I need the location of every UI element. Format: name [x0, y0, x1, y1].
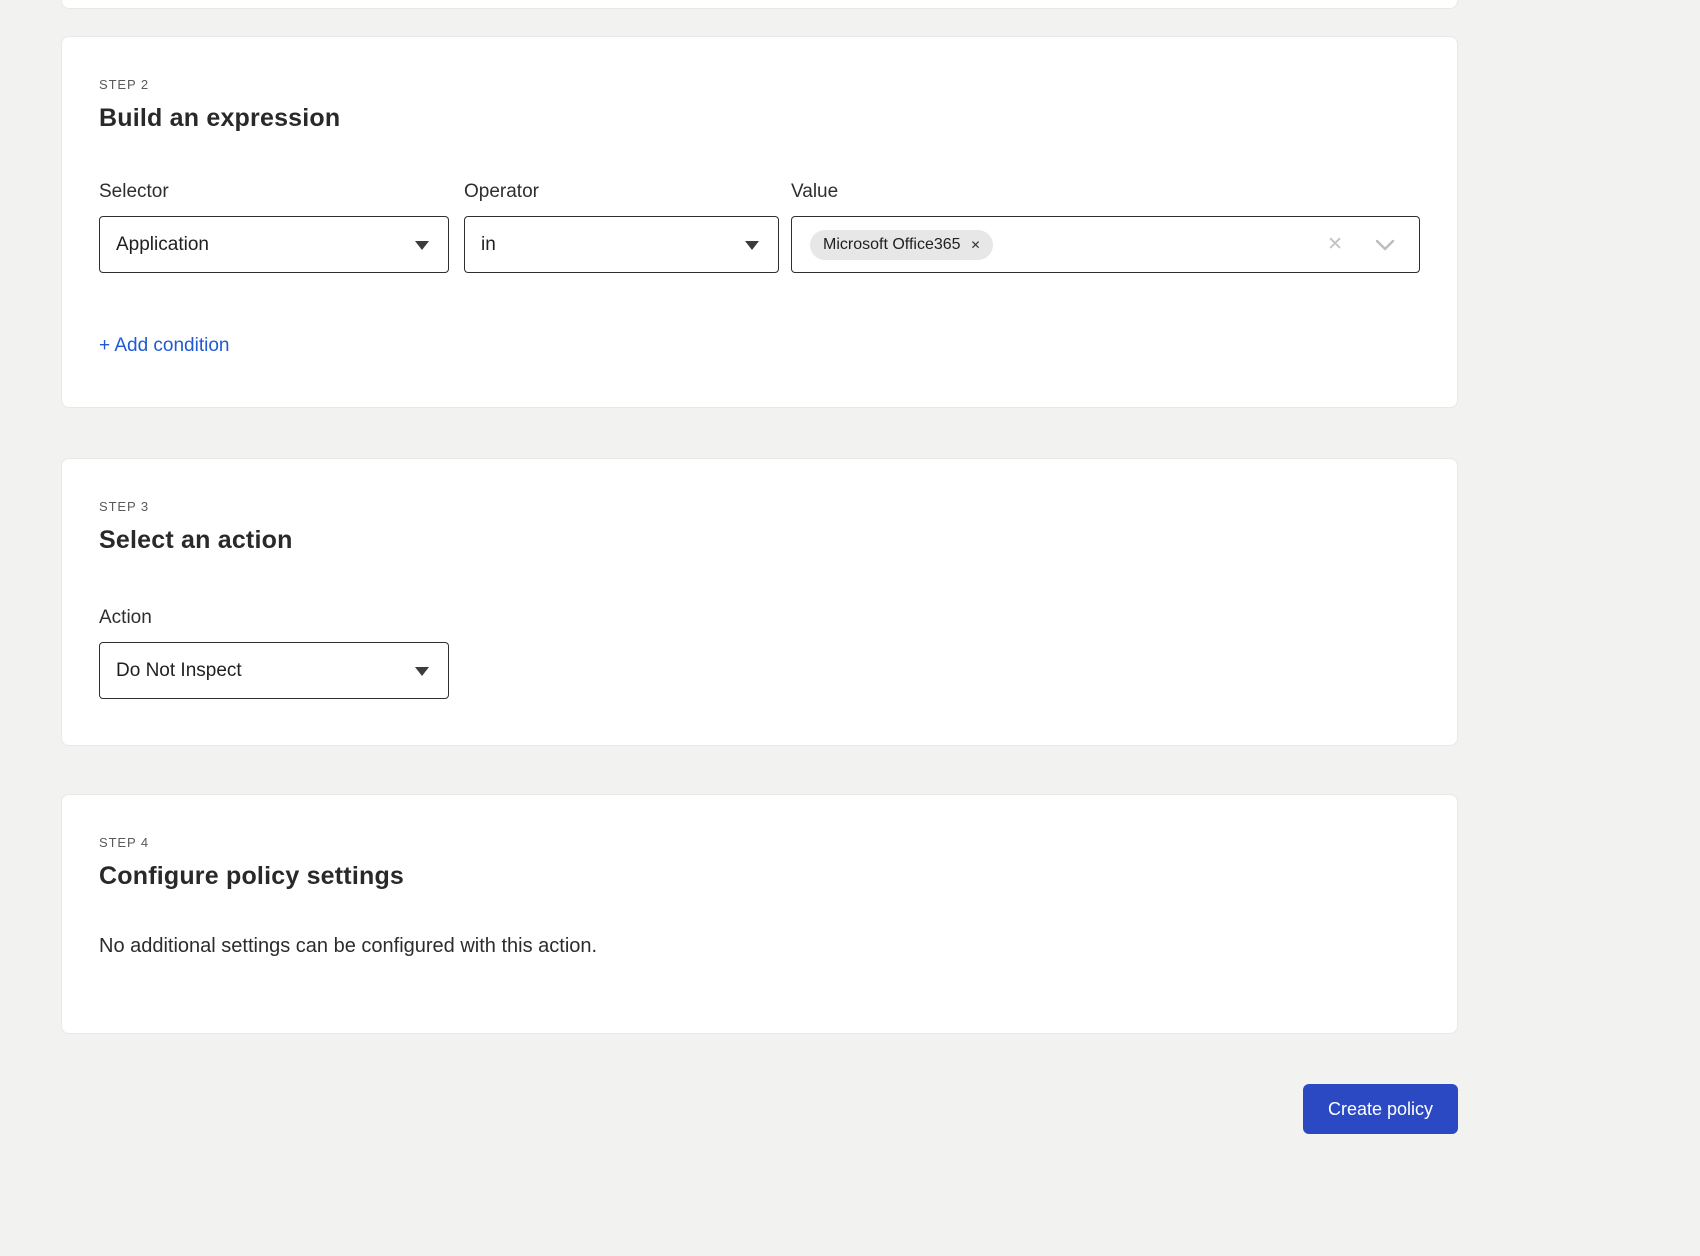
operator-field: Operator in	[464, 181, 779, 273]
step3-label: STEP 3	[99, 499, 1420, 514]
value-multiselect[interactable]: Microsoft Office365 ✕ ✕	[791, 216, 1420, 273]
tag-remove-icon[interactable]: ✕	[971, 239, 981, 251]
step2-label: STEP 2	[99, 77, 1420, 92]
clear-all-icon[interactable]: ✕	[1327, 235, 1343, 254]
action-field: Action Do Not Inspect	[99, 607, 449, 699]
operator-label: Operator	[464, 181, 779, 203]
value-label: Value	[791, 181, 1420, 203]
action-dropdown[interactable]: Do Not Inspect	[99, 642, 449, 699]
chevron-down-icon	[745, 241, 759, 250]
step4-title: Configure policy settings	[99, 862, 1420, 891]
selector-field: Selector Application	[99, 181, 449, 273]
step4-card: STEP 4 Configure policy settings No addi…	[61, 794, 1458, 1034]
policy-builder-content: STEP 2 Build an expression Selector Appl…	[61, 0, 1458, 1134]
step2-title: Build an expression	[99, 104, 1420, 133]
step3-title: Select an action	[99, 526, 1420, 555]
add-condition-link[interactable]: + Add condition	[99, 335, 229, 357]
chevron-down-icon	[415, 667, 429, 676]
footer-actions: Create policy	[61, 1084, 1458, 1134]
selector-dropdown[interactable]: Application	[99, 216, 449, 273]
value-field: Value Microsoft Office365 ✕ ✕	[791, 181, 1420, 273]
expression-fields-row: Selector Application Operator in Value M…	[99, 181, 1420, 273]
chevron-down-icon[interactable]	[1375, 239, 1395, 251]
action-label: Action	[99, 607, 449, 629]
action-value: Do Not Inspect	[116, 660, 242, 682]
previous-card-bottom-edge	[61, 0, 1458, 9]
value-tag-text: Microsoft Office365	[823, 236, 961, 254]
step2-card: STEP 2 Build an expression Selector Appl…	[61, 36, 1458, 408]
multiselect-controls: ✕	[1327, 217, 1419, 272]
policy-settings-note: No additional settings can be configured…	[99, 935, 1420, 958]
selector-label: Selector	[99, 181, 449, 203]
operator-dropdown[interactable]: in	[464, 216, 779, 273]
operator-value: in	[481, 234, 496, 256]
create-policy-button[interactable]: Create policy	[1303, 1084, 1458, 1134]
chevron-down-icon	[415, 241, 429, 250]
step3-card: STEP 3 Select an action Action Do Not In…	[61, 458, 1458, 746]
step4-label: STEP 4	[99, 835, 1420, 850]
selector-value: Application	[116, 234, 209, 256]
value-tag: Microsoft Office365 ✕	[810, 230, 993, 260]
